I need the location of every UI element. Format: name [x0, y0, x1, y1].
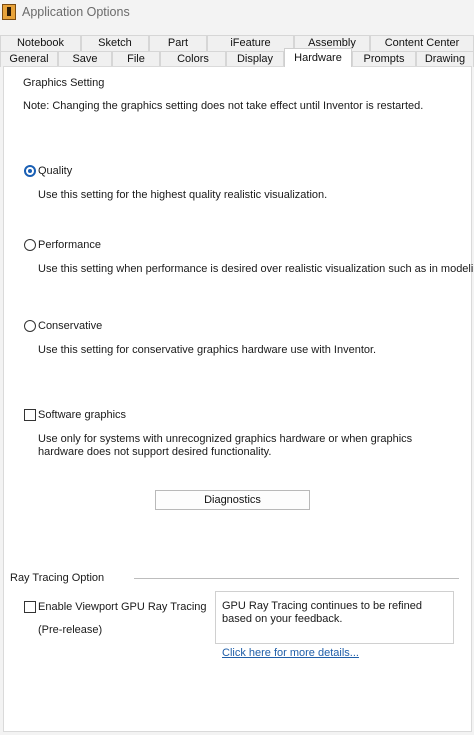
tab-notebook[interactable]: Notebook: [0, 35, 81, 51]
conservative-radio[interactable]: [24, 320, 36, 332]
pre-release-label: (Pre-release): [38, 624, 103, 636]
software-graphics-label[interactable]: Software graphics: [38, 409, 126, 421]
tab-save[interactable]: Save: [58, 51, 112, 67]
hardware-panel: Graphics Setting Note: Changing the grap…: [3, 66, 474, 732]
tab-drawing[interactable]: Drawing: [416, 51, 474, 67]
tab-part[interactable]: Part: [149, 35, 207, 51]
inventor-app-icon: [2, 4, 16, 20]
gpu-ray-tracing-label[interactable]: Enable Viewport GPU Ray Tracing: [38, 601, 207, 613]
tab-colors[interactable]: Colors: [160, 51, 226, 67]
conservative-description: Use this setting for conservative graphi…: [38, 344, 377, 356]
software-graphics-checkbox[interactable]: [24, 409, 36, 421]
title-bar: Application Options: [0, 0, 474, 26]
tab-general[interactable]: General: [0, 51, 58, 67]
graphics-setting-heading: Graphics Setting: [23, 77, 105, 89]
quality-label[interactable]: Quality: [38, 165, 72, 177]
ray-tracing-heading: Ray Tracing Option: [10, 572, 105, 584]
quality-description: Use this setting for the highest quality…: [38, 189, 328, 201]
performance-radio[interactable]: [24, 239, 36, 251]
tab-file[interactable]: File: [112, 51, 160, 67]
gpu-ray-tracing-checkbox[interactable]: [24, 601, 36, 613]
tab-display[interactable]: Display: [226, 51, 284, 67]
tab-prompts[interactable]: Prompts: [352, 51, 416, 67]
ray-tracing-info-text: GPU Ray Tracing continues to be refined …: [222, 600, 422, 625]
tab-hardware[interactable]: Hardware: [284, 48, 352, 67]
performance-label[interactable]: Performance: [38, 239, 101, 251]
conservative-label[interactable]: Conservative: [38, 320, 102, 332]
diagnostics-button[interactable]: Diagnostics: [155, 490, 310, 510]
window-title: Application Options: [22, 5, 130, 19]
quality-radio[interactable]: [24, 165, 36, 177]
restart-note: Note: Changing the graphics setting does…: [23, 100, 424, 112]
section-divider: [134, 578, 459, 579]
tab-ifeature[interactable]: iFeature: [207, 35, 294, 51]
tab-content-center[interactable]: Content Center: [370, 35, 474, 51]
more-details-link[interactable]: Click here for more details...: [222, 647, 359, 659]
performance-description: Use this setting when performance is des…: [38, 263, 474, 275]
tab-sketch[interactable]: Sketch: [81, 35, 149, 51]
software-graphics-description: Use only for systems with unrecognized g…: [38, 433, 413, 458]
ray-tracing-info-box: GPU Ray Tracing continues to be refined …: [215, 591, 454, 644]
